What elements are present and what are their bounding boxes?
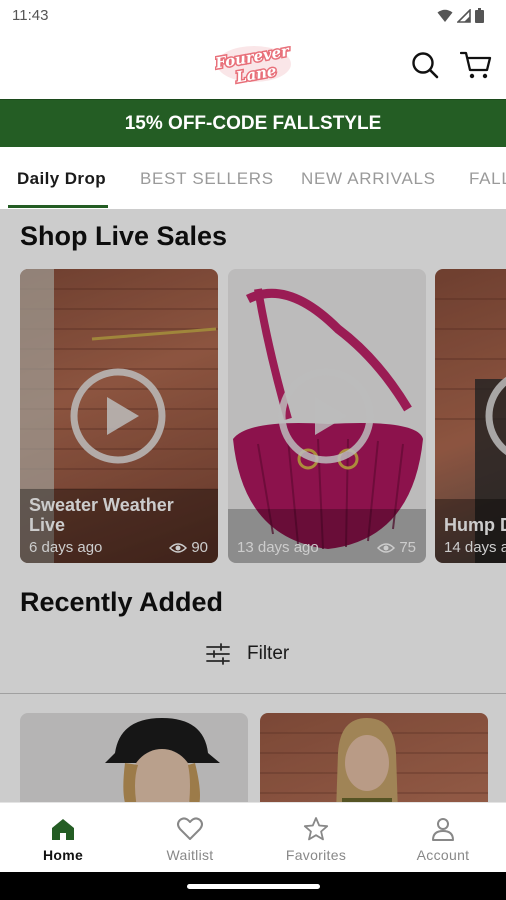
- account-icon: [432, 818, 454, 841]
- product-card[interactable]: [20, 713, 248, 802]
- nav-waitlist[interactable]: Waitlist: [127, 803, 253, 873]
- status-icons: [437, 8, 484, 23]
- home-gesture-handle[interactable]: [187, 884, 320, 889]
- nav-home[interactable]: Home: [0, 803, 126, 873]
- nav-favorites[interactable]: Favorites: [253, 803, 379, 873]
- home-content[interactable]: Shop Live Sales Sweater Weather Live 6 d…: [0, 209, 506, 802]
- search-icon[interactable]: [410, 50, 440, 80]
- live-sale-card[interactable]: 13 days ago 75: [228, 269, 426, 563]
- status-bar: 11:43: [0, 0, 506, 32]
- filter-label: Filter: [247, 643, 290, 664]
- heart-icon: [177, 817, 203, 840]
- nav-label: Favorites: [285, 847, 347, 863]
- live-sale-date: 14 days ago: [444, 539, 506, 556]
- live-sale-card[interactable]: Hump Day 14 days ago: [435, 269, 506, 563]
- home-icon: [52, 819, 74, 840]
- play-icon[interactable]: [69, 367, 167, 465]
- view-count: 75: [377, 539, 416, 556]
- system-gesture-bar: [0, 872, 506, 900]
- play-icon[interactable]: [484, 367, 506, 465]
- live-sale-title: Sweater Weather Live: [29, 495, 174, 535]
- live-sale-title: Hump Day: [444, 515, 506, 535]
- tab-best-sellers[interactable]: BEST SELLERS: [140, 169, 274, 189]
- live-sales-heading: Shop Live Sales: [20, 221, 228, 251]
- star-icon: [303, 817, 329, 841]
- play-icon[interactable]: [277, 367, 375, 465]
- product-image: [105, 718, 220, 802]
- eye-icon: [377, 542, 396, 553]
- promo-banner[interactable]: 15% OFF-CODE FALLSTYLE: [0, 99, 506, 147]
- nav-account[interactable]: Account: [380, 803, 506, 873]
- tab-new-arrivals[interactable]: NEW ARRIVALS: [301, 169, 436, 189]
- app-header: Fourever Lane: [0, 32, 506, 99]
- live-sale-date: 13 days ago: [237, 539, 319, 556]
- view-count-value: 90: [191, 539, 208, 556]
- brand-logo[interactable]: Fourever Lane: [215, 42, 293, 86]
- nav-label: Account: [416, 847, 470, 863]
- recently-added-heading: Recently Added: [20, 587, 224, 617]
- view-count-value: 75: [399, 539, 416, 556]
- sliders-icon: [206, 643, 230, 665]
- section-divider: [0, 693, 506, 694]
- eye-icon: [169, 542, 188, 553]
- tab-daily-drop[interactable]: Daily Drop: [17, 169, 106, 189]
- nav-label: Home: [42, 847, 84, 863]
- view-count: 90: [169, 539, 208, 556]
- tab-fall[interactable]: FALL: [469, 169, 506, 189]
- product-card[interactable]: [260, 713, 488, 802]
- nav-label: Waitlist: [166, 847, 214, 863]
- signal-icon: [457, 8, 471, 23]
- active-tab-indicator: [8, 205, 108, 208]
- bottom-navigation: Home Waitlist Favorites Account: [0, 802, 506, 872]
- wifi-icon: [437, 9, 453, 22]
- live-sale-card[interactable]: Sweater Weather Live 6 days ago 90: [20, 269, 218, 563]
- battery-icon: [475, 8, 484, 23]
- status-time: 11:43: [12, 7, 49, 24]
- filter-button[interactable]: Filter: [205, 643, 289, 665]
- category-tabs: Daily Drop BEST SELLERS NEW ARRIVALS FAL…: [0, 147, 506, 209]
- product-image: [260, 718, 488, 802]
- cart-icon[interactable]: [460, 50, 492, 80]
- live-sale-date: 6 days ago: [29, 539, 103, 556]
- promo-text: 15% OFF-CODE FALLSTYLE: [124, 112, 382, 134]
